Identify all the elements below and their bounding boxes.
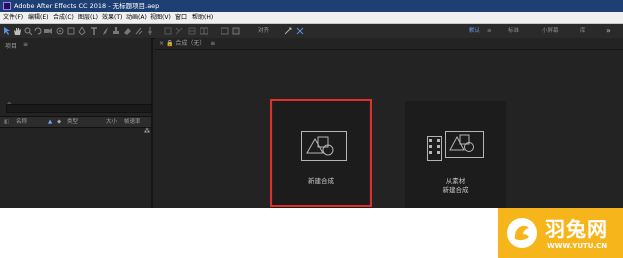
clone-stamp-tool-icon[interactable] [112,27,120,35]
close-tab-icon[interactable]: × [159,40,166,47]
workspace-small-screen[interactable]: 小屏幕 [542,24,559,38]
project-panel-menu-icon[interactable]: ≡ [23,41,28,48]
lock-icon[interactable]: 🔒 [166,40,175,47]
from-footage-label-line1: 从素材 [445,177,466,185]
from-footage-label-line2: 新建合成 [442,186,469,194]
eraser-tool-icon[interactable] [123,27,131,35]
yutu-logo-icon [507,218,537,248]
new-composition-from-footage-tile[interactable]: 从素材 新建合成 [405,101,506,208]
rotate-tool-icon[interactable] [34,27,42,35]
view-axis-mode-icon[interactable] [188,27,196,35]
yutu-watermark: 羽兔网 WWW.YUTU.CN [498,208,623,258]
film-footage-icon [427,131,484,161]
composition-tab-label: 合成（无） [175,40,206,47]
tools-toolbar: 对齐 默认 ≡ 标准 小屏幕 库 » [0,24,623,39]
menu-help[interactable]: 帮助(H) [192,12,213,23]
menu-view[interactable]: 视图(V) [150,12,171,23]
mask-tool-icon[interactable] [67,27,75,35]
toggle-grid-icon[interactable] [200,27,208,35]
workspace-libraries[interactable]: 库 [580,24,586,38]
brush-tool-icon[interactable] [101,27,109,35]
pen-tool-icon[interactable] [78,27,86,35]
hand-tool-icon[interactable] [13,27,21,35]
selection-tool-icon[interactable] [3,27,11,35]
workspace-overflow-button[interactable]: » [606,24,611,38]
highlight-box [270,99,372,207]
composition-tab[interactable]: × 🔒 合成（无） ≡ [159,39,215,48]
tag-icon[interactable]: ◆ [57,117,61,127]
tab-divider [155,49,623,50]
menu-animation[interactable]: 动画(A) [126,12,147,23]
menu-file[interactable]: 文件(F) [3,12,23,23]
menu-window[interactable]: 窗口 [175,12,187,23]
menu-composition[interactable]: 合成(C) [53,12,74,23]
project-panel-title[interactable]: 项目 [5,41,17,50]
menu-bar: 文件(F) 编辑(E) 合成(C) 图层(L) 效果(T) 动画(A) 视图(V… [0,12,623,24]
column-type[interactable]: 类型 [67,117,78,127]
label-column-icon[interactable]: ◧ [4,117,9,127]
zoom-tool-icon[interactable] [24,27,32,35]
workspace-standard[interactable]: 标准 [508,24,519,38]
composition-menu-icon[interactable]: ≡ [210,40,215,47]
watermark-url: WWW.YUTU.CN [547,242,608,250]
menu-effect[interactable]: 效果(T) [102,12,122,23]
roto-brush-tool-icon[interactable] [135,27,143,35]
after-effects-window: Adobe After Effects CC 2018 - 无标题项目.aep … [0,0,623,208]
title-bar: Adobe After Effects CC 2018 - 无标题项目.aep [0,0,623,12]
sort-ascending-icon[interactable]: ▲ [48,117,52,127]
project-columns-header: ◧ 名称 ▲ ◆ 类型 大小 帧速率 [0,116,151,128]
pan-behind-tool-icon[interactable] [56,27,64,35]
workspace-default[interactable]: 默认 [469,24,480,38]
camera-tool-icon[interactable] [44,27,52,35]
local-axis-mode-icon[interactable] [164,27,172,35]
snap-checkbox[interactable] [232,27,240,35]
project-search-input[interactable] [6,104,152,113]
menu-layer[interactable]: 图层(L) [78,12,98,23]
column-size[interactable]: 大小 [106,117,117,127]
expand-icon[interactable] [296,27,304,35]
composition-panel: × 🔒 合成（无） ≡ [155,38,623,208]
column-name[interactable]: 名称 [16,117,27,127]
project-panel: 项目 ≡ ρ ◧ 名称 ▲ ◆ 类型 大小 帧速率 ⁂ [0,38,153,208]
menu-edit[interactable]: 编辑(E) [28,12,48,23]
puppet-pin-tool-icon[interactable] [146,27,154,35]
workspace-menu-icon[interactable]: ≡ [487,24,492,38]
align-label: 对齐 [258,28,270,34]
column-frame-rate[interactable]: 帧速率 [124,117,141,127]
ae-app-icon [3,2,11,10]
align-icon[interactable] [284,27,292,35]
flowchart-icon[interactable]: ⁂ [144,128,150,135]
window-title: Adobe After Effects CC 2018 - 无标题项目.aep [14,2,160,10]
snap-options-icon[interactable] [221,27,229,35]
world-axis-mode-icon[interactable] [175,27,183,35]
type-tool-icon[interactable] [90,27,98,35]
watermark-name: 羽兔网 [545,217,608,241]
